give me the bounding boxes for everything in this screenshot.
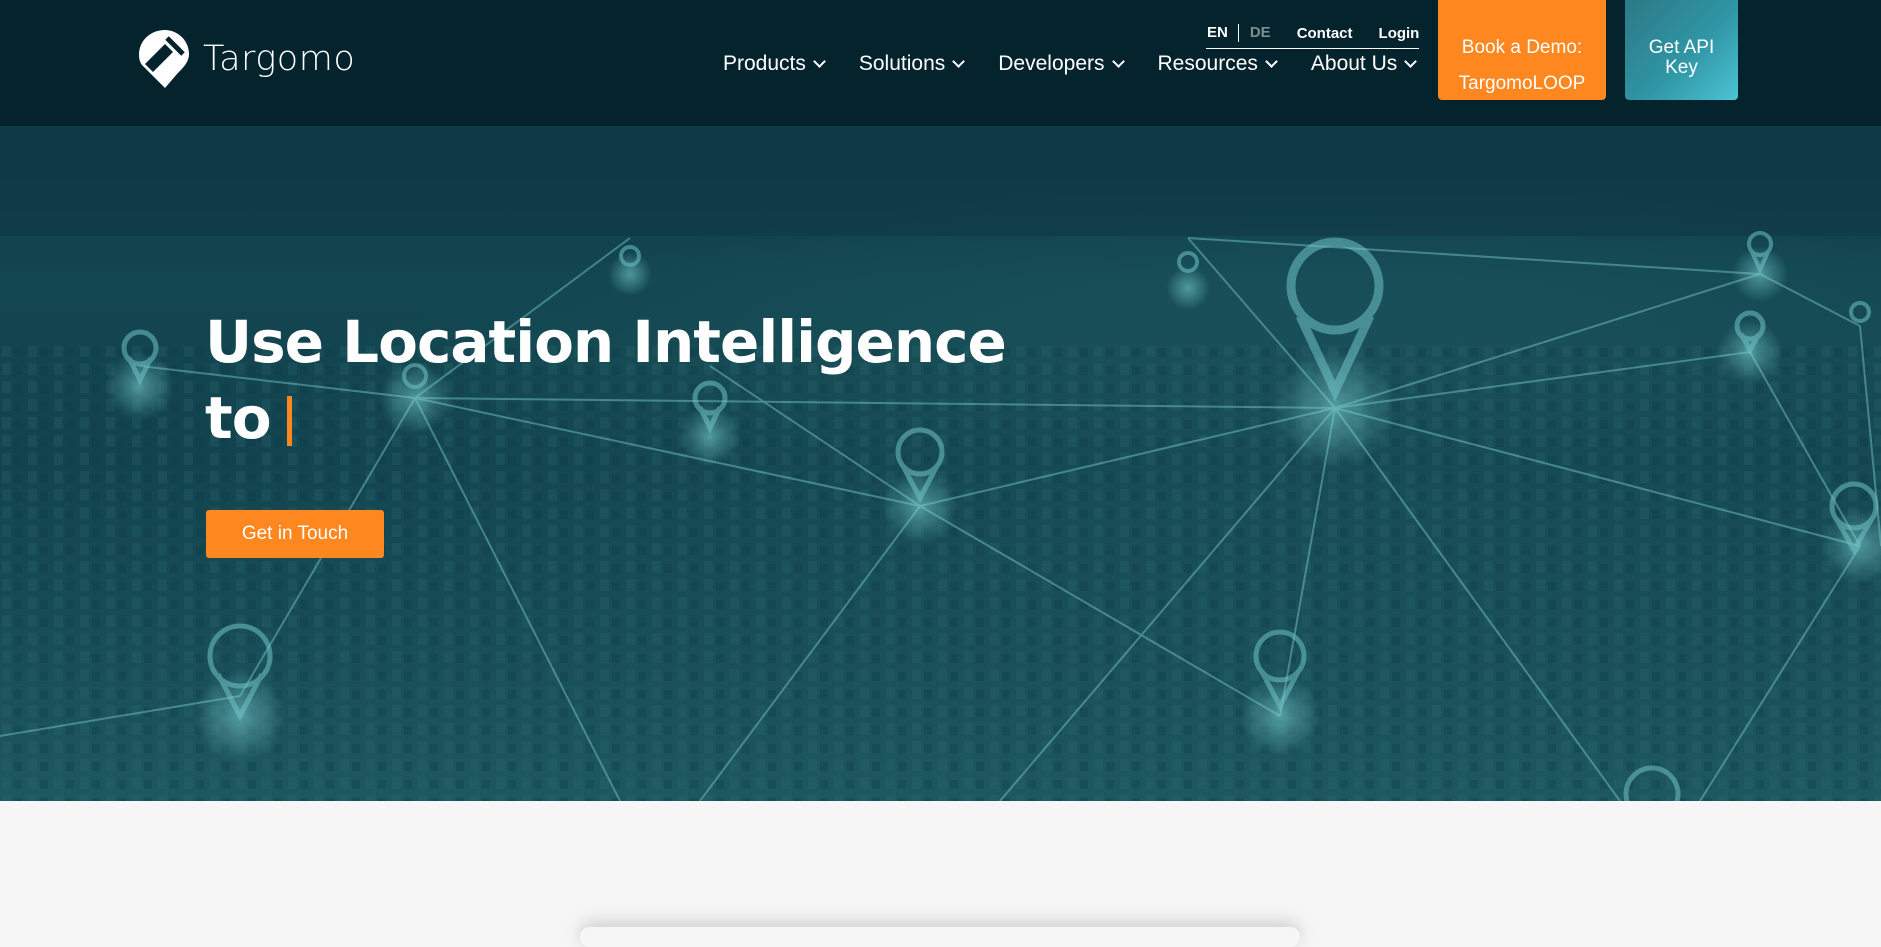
- chevron-down-icon: [1265, 55, 1278, 68]
- language-de-link[interactable]: DE: [1239, 24, 1271, 42]
- typing-cursor: [286, 396, 292, 446]
- hero-section: Use Location Intelligence to Get in Touc…: [0, 126, 1881, 801]
- book-demo-button[interactable]: Book a Demo: TargomoLOOP: [1438, 0, 1606, 100]
- chevron-down-icon: [1404, 55, 1418, 68]
- hero-title: Use Location Intelligence to: [205, 304, 1007, 456]
- chevron-down-icon: [1111, 55, 1125, 68]
- book-demo-line1: Book a Demo:: [1461, 37, 1583, 58]
- nav-item-label: Products: [723, 52, 806, 75]
- book-demo-line2: TargomoLOOP: [1458, 73, 1586, 94]
- nav-item-products[interactable]: Products: [723, 52, 826, 76]
- top-utility-bar: EN DE Contact Login: [1206, 18, 1419, 49]
- get-in-touch-button[interactable]: Get in Touch: [206, 510, 384, 558]
- language-en-link[interactable]: EN: [1206, 24, 1239, 42]
- site-header: Targomo EN DE Contact Login Products Sol…: [0, 0, 1881, 126]
- contact-link[interactable]: Contact: [1297, 25, 1353, 42]
- targomo-logo-link[interactable]: Targomo: [137, 28, 355, 92]
- get-api-key-label: Get API Key: [1648, 37, 1715, 78]
- content-section: [0, 801, 1881, 947]
- hero-title-line1: Use Location Intelligence: [205, 308, 1007, 376]
- nav-item-developers[interactable]: Developers: [998, 52, 1125, 76]
- content-card-edge: [580, 927, 1300, 947]
- get-in-touch-label: Get in Touch: [241, 523, 349, 544]
- nav-item-label: Resources: [1157, 52, 1258, 75]
- main-navigation: Products Solutions Developers Resources …: [723, 52, 1418, 76]
- login-link[interactable]: Login: [1379, 25, 1420, 42]
- nav-item-resources[interactable]: Resources: [1157, 52, 1278, 76]
- nav-item-solutions[interactable]: Solutions: [858, 52, 966, 76]
- nav-item-label: Solutions: [858, 52, 946, 75]
- nav-item-label: About Us: [1310, 52, 1398, 75]
- brand-name: Targomo: [203, 39, 356, 79]
- get-api-key-button[interactable]: Get API Key: [1625, 0, 1738, 100]
- nav-item-label: Developers: [998, 52, 1105, 75]
- city-network-background: [0, 126, 1881, 801]
- chevron-down-icon: [813, 55, 826, 68]
- targomo-logo-icon: [139, 30, 189, 88]
- chevron-down-icon: [952, 55, 966, 68]
- nav-item-about-us[interactable]: About Us: [1310, 52, 1418, 76]
- hero-title-line2: to: [205, 384, 272, 452]
